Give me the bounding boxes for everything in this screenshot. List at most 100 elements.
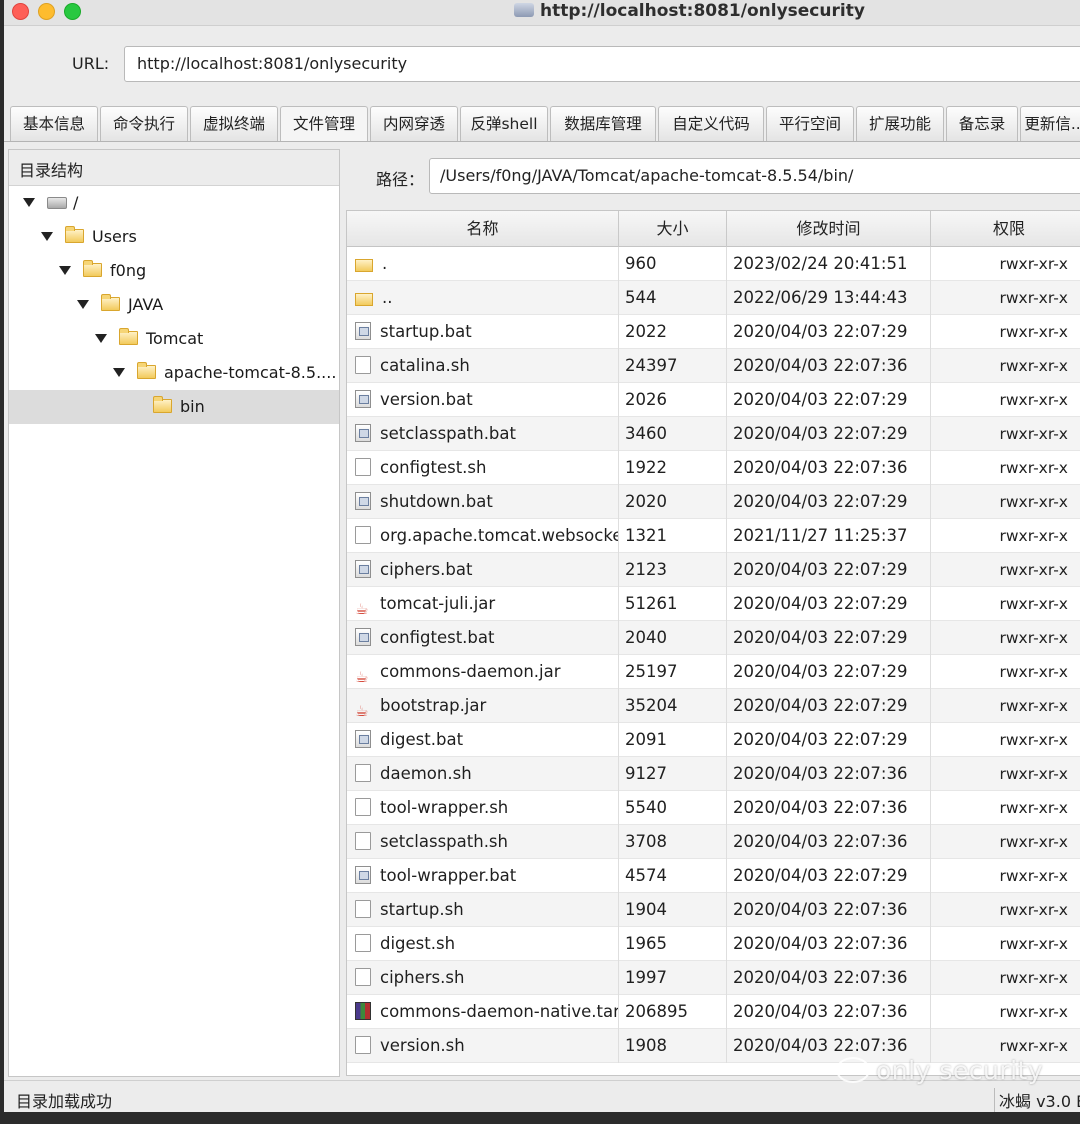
table-row[interactable]: . 960 2023/02/24 20:41:51 rwxr-xr-x (347, 247, 1080, 281)
cell-name: commons-daemon.jar (347, 655, 619, 689)
expand-triangle-icon[interactable] (113, 368, 125, 377)
cell-size: 1922 (619, 451, 727, 485)
java-jar-icon (355, 694, 371, 723)
wechat-icon (836, 1057, 870, 1083)
cell-size: 2022 (619, 315, 727, 349)
expand-triangle-icon[interactable] (23, 198, 35, 207)
column-header-name[interactable]: 名称 (347, 211, 619, 247)
table-row[interactable]: ciphers.sh 1997 2020/04/03 22:07:36 rwxr-xr… (347, 961, 1080, 995)
tree-node-label: bin (180, 397, 205, 416)
cell-size: 206895 (619, 995, 727, 1029)
tree-node-apache-tomcat[interactable]: apache-tomcat-8.5.... (113, 356, 336, 390)
table-row[interactable]: commons-daemon.jar 251972020/04/03 22:07:… (347, 655, 1080, 689)
table-row[interactable]: bootstrap.jar 352042020/04/03 22:07:29rwx… (347, 689, 1080, 723)
cell-name: tool-wrapper.bat (347, 859, 619, 893)
tree-node-label: JAVA (128, 295, 164, 314)
table-row[interactable]: catalina.sh 24397 2020/04/03 22:07:36 rwxr-… (347, 349, 1080, 383)
cell-permissions: rwxr-xr-x (931, 859, 1080, 893)
expand-triangle-icon[interactable] (77, 300, 89, 309)
url-field[interactable]: http://localhost:8081/onlysecurity (124, 46, 1080, 82)
minimize-window-button[interactable] (38, 3, 55, 20)
cell-name: setclasspath.sh (347, 825, 619, 859)
file-icon (355, 356, 371, 374)
table-row[interactable]: configtest.bat 2040 2020/04/03 22:07:29 rwx… (347, 621, 1080, 655)
table-row[interactable]: digest.bat 2091 2020/04/03 22:07:29 rwxr-xr… (347, 723, 1080, 757)
tab-bar: 基本信息 命令执行 虚拟终端 文件管理 内网穿透 反弹shell 数据库管理 自… (10, 106, 1080, 142)
tab-command-exec[interactable]: 命令执行 (100, 106, 188, 141)
tree-node-bin[interactable]: bin (9, 390, 339, 424)
cell-size: 960 (619, 247, 727, 281)
table-row[interactable]: setclasspath.sh 3708 2020/04/03 22:07:36 rw… (347, 825, 1080, 859)
tab-parallel-space[interactable]: 平行空间 (766, 106, 854, 141)
expand-triangle-icon[interactable] (59, 266, 71, 275)
cell-size: 1321 (619, 519, 727, 553)
cell-size: 1965 (619, 927, 727, 961)
tab-update-info[interactable]: 更新信... (1020, 106, 1080, 141)
folder-icon (119, 328, 138, 345)
batch-file-icon (355, 628, 371, 646)
path-field[interactable]: /Users/f0ng/JAVA/Tomcat/apache-tomcat-8.… (429, 158, 1080, 194)
file-name: tomcat-juli.jar (380, 594, 496, 613)
file-name: commons-daemon.jar (380, 662, 561, 681)
tab-reverse-shell[interactable]: 反弹shell (460, 106, 548, 141)
tab-database-manager[interactable]: 数据库管理 (550, 106, 656, 141)
cell-modified: 2020/04/03 22:07:29 (727, 485, 931, 519)
expand-triangle-icon[interactable] (95, 334, 107, 343)
table-row[interactable]: tool-wrapper.bat 4574 2020/04/03 22:07:29 r… (347, 859, 1080, 893)
tree-node-users[interactable]: Users (41, 220, 137, 254)
tab-virtual-terminal[interactable]: 虚拟终端 (190, 106, 278, 141)
cell-size: 3460 (619, 417, 727, 451)
table-row[interactable]: startup.sh 1904 2020/04/03 22:07:36 rwxr-xr… (347, 893, 1080, 927)
tab-memo[interactable]: 备忘录 (946, 106, 1018, 141)
file-name: version.sh (380, 1036, 465, 1055)
tab-intranet-tunnel[interactable]: 内网穿透 (370, 106, 458, 141)
expand-triangle-icon[interactable] (41, 232, 53, 241)
version-label: 冰蝎 v3.0 B (994, 1088, 1080, 1112)
table-row[interactable]: org.apache.tomcat.websocke... 1321 2021/11… (347, 519, 1080, 553)
tab-basic-info[interactable]: 基本信息 (10, 106, 98, 141)
cell-name: configtest.bat (347, 621, 619, 655)
batch-file-icon (355, 390, 371, 408)
cell-permissions: rwxr-xr-x (931, 655, 1080, 689)
cell-name: startup.bat (347, 315, 619, 349)
file-name: tool-wrapper.sh (380, 798, 509, 817)
table-row[interactable]: .. 544 2022/06/29 13:44:43 rwxr-xr-x (347, 281, 1080, 315)
watermark-text: only security (876, 1056, 1044, 1085)
column-header-size[interactable]: 大小 (619, 211, 727, 247)
cell-permissions: rwxr-xr-x (931, 723, 1080, 757)
tab-custom-code[interactable]: 自定义代码 (658, 106, 764, 141)
tree-node-java[interactable]: JAVA (77, 288, 163, 322)
cell-modified: 2020/04/03 22:07:36 (727, 825, 931, 859)
table-row[interactable]: configtest.sh 1922 2020/04/03 22:07:36 rwxr… (347, 451, 1080, 485)
file-name: org.apache.tomcat.websocke... (380, 526, 619, 545)
table-row[interactable]: daemon.sh 9127 2020/04/03 22:07:36 rwxr-xr-… (347, 757, 1080, 791)
tab-file-manager[interactable]: 文件管理 (280, 106, 368, 141)
table-row[interactable]: commons-daemon-native.tar... 206895 2020/0… (347, 995, 1080, 1029)
tree-node-label: apache-tomcat-8.5.... (164, 363, 337, 382)
table-row[interactable]: tool-wrapper.sh 5540 2020/04/03 22:07:36 rw… (347, 791, 1080, 825)
tree-node-tomcat[interactable]: Tomcat (95, 322, 203, 356)
tree-node-f0ng[interactable]: f0ng (59, 254, 146, 288)
table-row[interactable]: version.bat 2026 2020/04/03 22:07:29 rwxr-x… (347, 383, 1080, 417)
cell-name: setclasspath.bat (347, 417, 619, 451)
file-icon (355, 526, 371, 544)
column-header-permissions[interactable]: 权限 (931, 211, 1080, 247)
tab-extensions[interactable]: 扩展功能 (856, 106, 944, 141)
cell-name: tool-wrapper.sh (347, 791, 619, 825)
cell-size: 1908 (619, 1029, 727, 1063)
table-row[interactable]: startup.bat 2022 2020/04/03 22:07:29 rwxr-x… (347, 315, 1080, 349)
table-row[interactable]: setclasspath.bat 3460 2020/04/03 22:07:29 r… (347, 417, 1080, 451)
cell-modified: 2020/04/03 22:07:36 (727, 451, 931, 485)
close-window-button[interactable] (12, 3, 29, 20)
maximize-window-button[interactable] (64, 3, 81, 20)
drive-icon (47, 197, 67, 209)
cell-permissions: rwxr-xr-x (931, 621, 1080, 655)
tree-node-root[interactable]: / (23, 186, 78, 220)
file-icon (355, 900, 371, 918)
table-row[interactable]: digest.sh 1965 2020/04/03 22:07:36 rwxr-xr-… (347, 927, 1080, 961)
table-row[interactable]: ciphers.bat 2123 2020/04/03 22:07:29 rwxr-x… (347, 553, 1080, 587)
table-row[interactable]: tomcat-juli.jar 512612020/04/03 22:07:29r… (347, 587, 1080, 621)
table-row[interactable]: shutdown.bat 2020 2020/04/03 22:07:29 rwxr-… (347, 485, 1080, 519)
cell-name: shutdown.bat (347, 485, 619, 519)
column-header-modified[interactable]: 修改时间 (727, 211, 931, 247)
